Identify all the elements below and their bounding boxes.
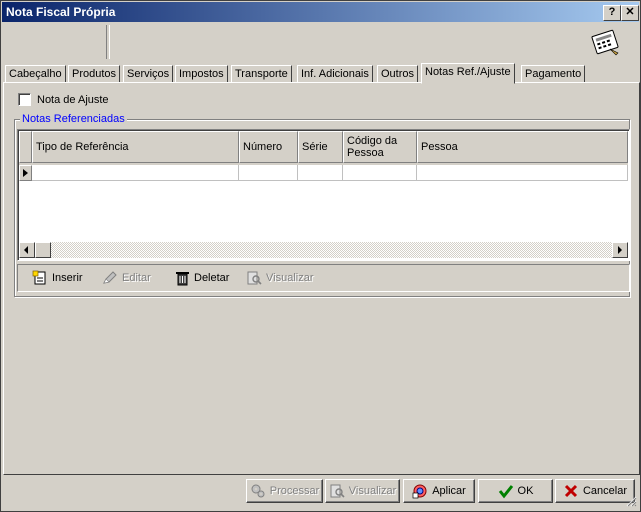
row-indicator-arrow-icon	[19, 165, 32, 181]
nota-ajuste-label: Nota de Ajuste	[37, 93, 109, 106]
column-label: Pessoa	[421, 141, 458, 153]
referenced-notes-grid[interactable]: Tipo de Referência Número Série Código d…	[17, 129, 630, 261]
nota-ajuste-checkbox[interactable]: Nota de Ajuste	[18, 93, 109, 106]
visualizar-button[interactable]: Visualizar	[325, 479, 400, 503]
cell-codigo-pessoa[interactable]	[343, 165, 417, 181]
tab-panel-notas-ref: Nota de Ajuste Notas Referenciadas Tipo …	[3, 82, 640, 475]
column-label: Código da Pessoa	[347, 135, 398, 159]
visualizar-footer-label: Visualizar	[348, 485, 397, 497]
processar-label: Processar	[269, 485, 320, 497]
close-button[interactable]: ✕	[621, 5, 639, 21]
resize-grip-icon[interactable]	[625, 495, 637, 507]
insert-document-icon	[32, 270, 46, 285]
header-indicator-column	[19, 131, 32, 163]
column-header-numero[interactable]: Número	[239, 131, 298, 163]
visualizar-label: Visualizar	[266, 272, 314, 284]
tab-outros[interactable]: Outros	[377, 65, 419, 83]
invoice-calculator-icon	[591, 29, 619, 56]
ok-label: OK	[517, 485, 534, 497]
column-label: Número	[243, 141, 283, 153]
tab-pagamento[interactable]: Pagamento	[521, 65, 586, 83]
cancelar-label: Cancelar	[582, 485, 628, 497]
tab-notas-ref-ajuste[interactable]: Notas Ref./Ajuste	[421, 63, 515, 84]
checkbox-box[interactable]	[18, 93, 31, 106]
apply-icon	[412, 484, 427, 499]
inserir-button[interactable]: Inserir	[32, 269, 83, 287]
checkmark-icon	[498, 485, 513, 499]
scroll-left-icon[interactable]	[19, 242, 35, 258]
cell-pessoa[interactable]	[417, 165, 628, 181]
tab-cabecalho[interactable]: Cabeçalho	[5, 65, 66, 83]
grid-header: Tipo de Referência Número Série Código d…	[19, 131, 628, 165]
aplicar-button[interactable]: Aplicar	[403, 479, 475, 503]
table-row[interactable]	[19, 165, 628, 181]
ok-button[interactable]: OK	[478, 479, 553, 503]
processar-button[interactable]: Processar	[246, 479, 323, 503]
column-header-serie[interactable]: Série	[298, 131, 343, 163]
preview-icon	[330, 484, 345, 498]
cell-tipo-referencia[interactable]	[32, 165, 239, 181]
column-header-codigo-pessoa[interactable]: Código da Pessoa	[343, 131, 417, 163]
footer-button-bar: Processar Visualizar Aplicar OK Cancelar	[2, 477, 639, 509]
grid-action-bar: Inserir Editar Deletar Visualizar	[17, 264, 630, 292]
help-button[interactable]: ?	[603, 5, 621, 21]
nota-fiscal-window: Nota Fiscal Própria ? ✕ Cabeçalho Produt…	[0, 0, 641, 512]
tab-servicos[interactable]: Serviços	[123, 65, 174, 83]
tab-impostos[interactable]: Impostos	[175, 65, 228, 83]
visualizar-grid-button[interactable]: Visualizar	[246, 269, 314, 287]
cell-numero[interactable]	[239, 165, 298, 181]
tab-transporte[interactable]: Transporte	[231, 65, 292, 83]
column-header-tipo-referencia[interactable]: Tipo de Referência	[32, 131, 239, 163]
magnifier-document-icon	[247, 271, 262, 285]
deletar-button[interactable]: Deletar	[174, 269, 229, 287]
scroll-thumb[interactable]	[35, 242, 51, 258]
title-bar: Nota Fiscal Própria ? ✕	[2, 2, 639, 22]
cancelar-button[interactable]: Cancelar	[555, 479, 635, 503]
edit-icon	[103, 271, 117, 284]
cell-serie[interactable]	[298, 165, 343, 181]
window-title: Nota Fiscal Própria	[6, 5, 116, 19]
deletar-label: Deletar	[194, 272, 230, 284]
column-label: Tipo de Referência	[36, 141, 129, 153]
tab-inf-adicionais[interactable]: Inf. Adicionais	[297, 65, 373, 83]
scroll-right-icon[interactable]	[612, 242, 628, 258]
editar-button[interactable]: Editar	[102, 269, 151, 287]
trash-icon	[176, 272, 189, 286]
group-title: Notas Referenciadas	[20, 113, 127, 125]
editar-label: Editar	[122, 272, 151, 284]
tab-produtos[interactable]: Produtos	[68, 65, 121, 83]
horizontal-scrollbar[interactable]	[19, 242, 628, 258]
inserir-label: Inserir	[52, 272, 83, 284]
x-cancel-icon	[564, 484, 578, 498]
column-label: Série	[302, 141, 328, 153]
toolbar-separator	[106, 25, 110, 59]
gears-icon	[251, 484, 265, 498]
top-toolbar	[2, 23, 639, 61]
column-header-pessoa[interactable]: Pessoa	[417, 131, 628, 163]
aplicar-label: Aplicar	[432, 485, 466, 497]
